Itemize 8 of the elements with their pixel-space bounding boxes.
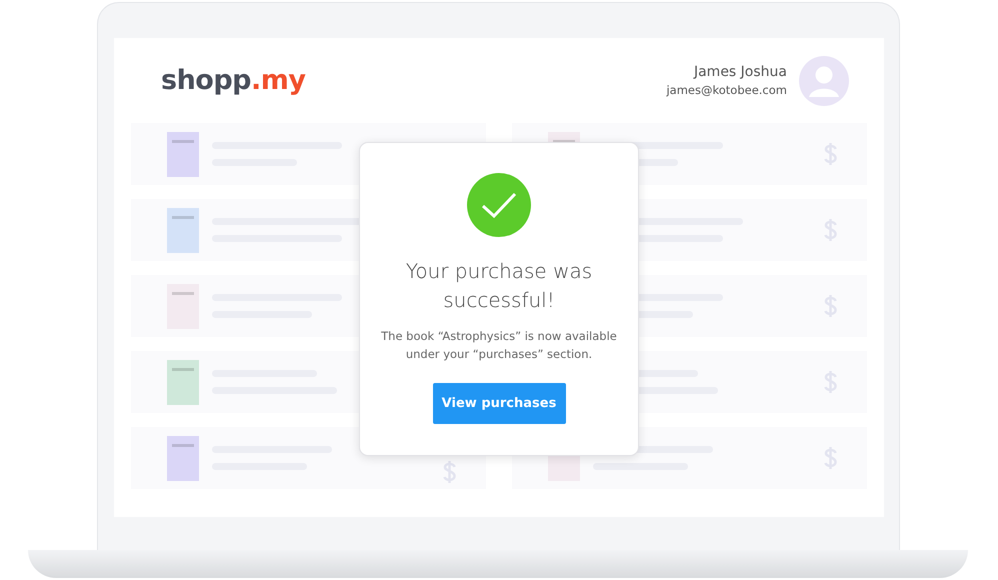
logo: shopp.my	[161, 65, 306, 96]
checkmark-icon	[467, 173, 531, 237]
user-name: James Joshua	[694, 64, 787, 80]
dialog-message: The book “Astrophysics” is now available under your “purchases” section.	[380, 328, 618, 363]
view-purchases-button[interactable]: View purchases	[432, 383, 566, 424]
dialog-title: Your purchase was successful!	[404, 258, 594, 314]
user-email: james@kotobee.com	[666, 83, 787, 97]
avatar-icon[interactable]	[799, 56, 849, 106]
